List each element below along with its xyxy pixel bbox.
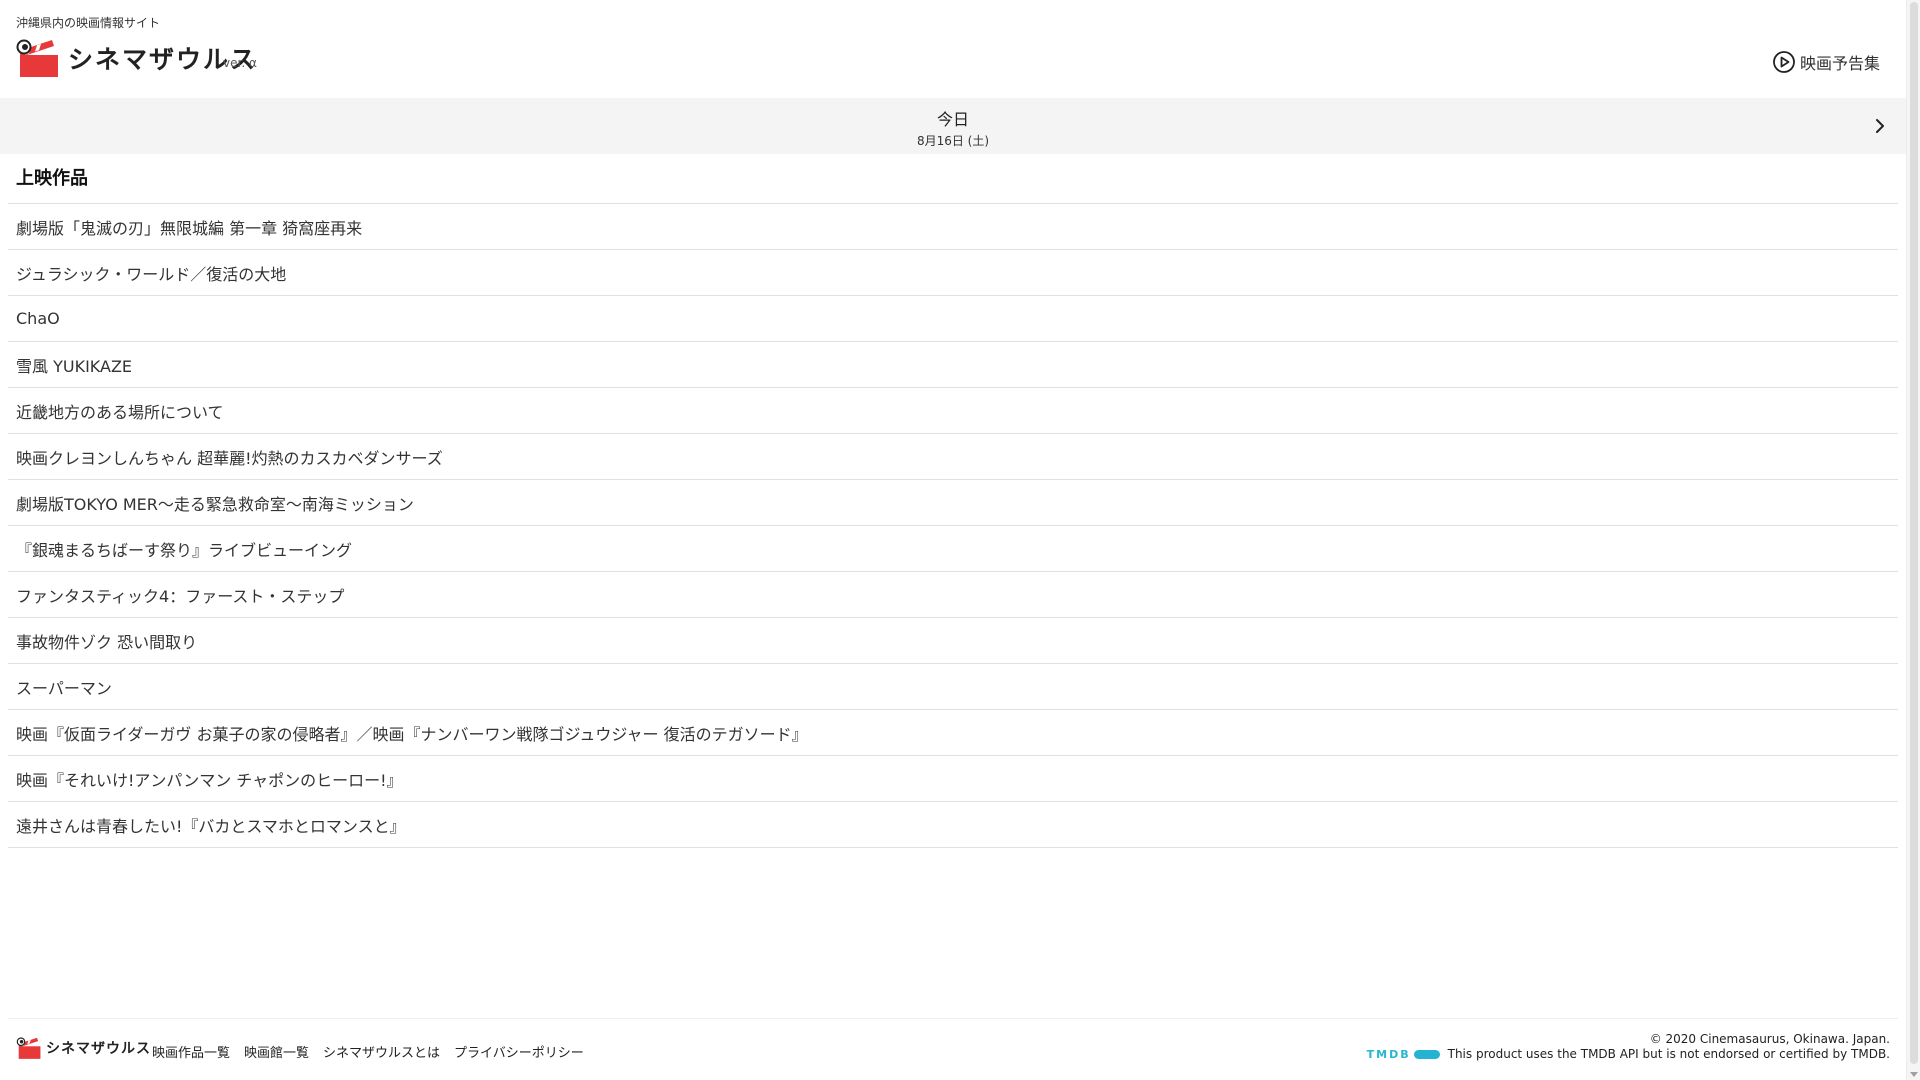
movie-item[interactable]: ジュラシック・ワールド／復活の大地 <box>8 250 1898 296</box>
movie-item[interactable]: 映画クレヨンしんちゃん 超華麗!灼熱のカスカベダンサーズ <box>8 434 1898 480</box>
movie-title: 映画『仮面ライダーガヴ お菓子の家の侵略者』／映画『ナンバーワン戦隊ゴジュウジャ… <box>16 724 808 744</box>
movie-item[interactable]: スーパーマン <box>8 664 1898 710</box>
movie-item[interactable]: 映画『仮面ライダーガヴ お菓子の家の侵略者』／映画『ナンバーワン戦隊ゴジュウジャ… <box>8 710 1898 756</box>
movie-item[interactable]: 近畿地方のある場所について <box>8 388 1898 434</box>
clapperboard-icon <box>16 1037 41 1059</box>
site-tagline: 沖縄県内の映画情報サイト <box>16 16 161 30</box>
movie-title: 雪風 YUKIKAZE <box>16 356 133 376</box>
movie-item[interactable]: ファンタスティック4：ファースト・ステップ <box>8 572 1898 618</box>
movie-title: 近畿地方のある場所について <box>16 402 224 422</box>
footer-link-theaters[interactable]: 映画館一覧 <box>244 1042 309 1061</box>
site-footer: シネマザウルス 映画作品一覧 映画館一覧 シネマザウルスとは プライバシーポリシ… <box>8 1018 1898 1080</box>
movie-item[interactable]: 雪風 YUKIKAZE <box>8 342 1898 388</box>
movie-title: 遠井さんは青春したい!『バカとスマホとロマンスと』 <box>16 816 406 836</box>
movie-item[interactable]: 劇場版「鬼滅の刃」無限城編 第一章 猗窩座再来 <box>8 204 1898 250</box>
tmdb-note: This product uses the TMDB API but is no… <box>1447 1047 1890 1061</box>
footer-nav: 映画作品一覧 映画館一覧 シネマザウルスとは プライバシーポリシー <box>152 1042 584 1061</box>
movie-title: スーパーマン <box>16 678 112 698</box>
movie-item[interactable]: 『銀魂まるちばーす祭り』ライブビューイング <box>8 526 1898 572</box>
trailer-link[interactable]: 映画予告集 <box>1772 50 1880 74</box>
section-title: 上映作品 <box>16 168 88 189</box>
movie-item[interactable]: 劇場版TOKYO MER～走る緊急救命室～南海ミッション <box>8 480 1898 526</box>
movie-title: 劇場版TOKYO MER～走る緊急救命室～南海ミッション <box>16 494 414 514</box>
play-circle-icon <box>1773 51 1795 73</box>
footer-link-movies[interactable]: 映画作品一覧 <box>152 1042 230 1061</box>
movie-title: ChaO <box>16 309 60 328</box>
movie-title: 映画『それいけ!アンパンマン チャポンのヒーロー!』 <box>16 770 403 790</box>
footer-link-about[interactable]: シネマザウルスとは <box>323 1042 440 1061</box>
vertical-scrollbar[interactable] <box>1906 0 1920 1080</box>
footer-site-name: シネマザウルス <box>46 1041 151 1057</box>
tmdb-attribution: TMDB This product uses the TMDB API but … <box>1367 1047 1890 1061</box>
movie-title: ファンタスティック4：ファースト・ステップ <box>16 586 345 606</box>
date-sub-label: 8月16日 (土) <box>916 134 990 148</box>
date-selector: 今日 8月16日 (土) <box>0 98 1906 154</box>
scrollbar-thumb[interactable] <box>1910 2 1918 1064</box>
movie-title: 劇場版「鬼滅の刃」無限城編 第一章 猗窩座再来 <box>16 218 363 238</box>
footer-logo[interactable]: シネマザウルス <box>16 1036 151 1060</box>
tmdb-logo: TMDB <box>1367 1048 1440 1061</box>
movie-item[interactable]: ChaO <box>8 296 1898 342</box>
site-header: 沖縄県内の映画情報サイト シネマザウルス ver. α 映画予告集 <box>0 0 1906 98</box>
copyright: © 2020 Cinemasaurus, Okinawa. Japan. <box>1649 1032 1890 1046</box>
version-label: ver. α <box>223 56 257 70</box>
movie-item[interactable]: 遠井さんは青春したい!『バカとスマホとロマンスと』 <box>8 802 1898 848</box>
scroll-down-arrow-icon[interactable] <box>1910 1072 1918 1077</box>
clapperboard-icon <box>16 39 58 77</box>
movie-title: 事故物件ゾク 恐い間取り <box>16 632 198 652</box>
movie-title: ジュラシック・ワールド／復活の大地 <box>16 264 287 284</box>
movie-item[interactable]: 映画『それいけ!アンパンマン チャポンのヒーロー!』 <box>8 756 1898 802</box>
movie-item[interactable]: 事故物件ゾク 恐い間取り <box>8 618 1898 664</box>
current-date: 今日 8月16日 (土) <box>0 106 1906 149</box>
movie-list: 劇場版「鬼滅の刃」無限城編 第一章 猗窩座再来 ジュラシック・ワールド／復活の大… <box>8 203 1898 848</box>
movie-title: 『銀魂まるちばーす祭り』ライブビューイング <box>16 540 353 560</box>
date-main-label: 今日 <box>936 110 969 129</box>
tmdb-pill-shape <box>1413 1049 1440 1059</box>
trailer-link-label: 映画予告集 <box>1799 54 1880 73</box>
footer-link-privacy[interactable]: プライバシーポリシー <box>454 1042 584 1061</box>
chevron-right-icon[interactable] <box>1868 114 1892 138</box>
movie-title: 映画クレヨンしんちゃん 超華麗!灼熱のカスカベダンサーズ <box>16 448 443 468</box>
site-logo[interactable]: シネマザウルス <box>16 36 257 80</box>
page: 沖縄県内の映画情報サイト シネマザウルス ver. α 映画予告集 今日 8月1… <box>0 0 1920 1080</box>
tmdb-logo-text: TMDB <box>1366 1047 1411 1061</box>
